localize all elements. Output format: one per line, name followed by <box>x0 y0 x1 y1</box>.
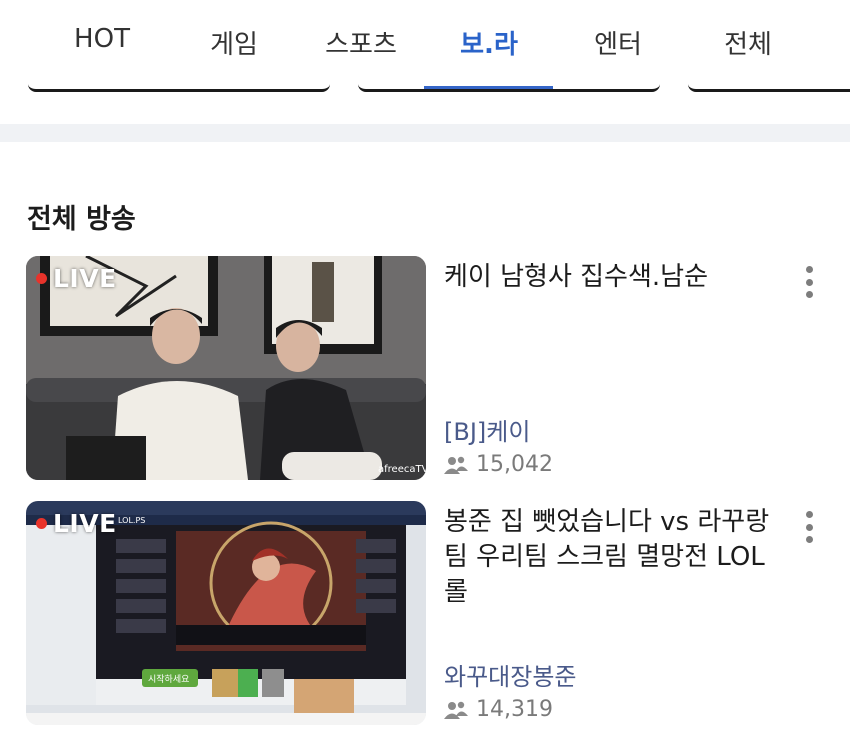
section-divider <box>0 124 850 142</box>
watermark-text: afreecaTV <box>378 464 426 475</box>
category-tabs: HOT 게임 스포츠 보.라 엔터 전체 <box>0 0 850 91</box>
live-badge: LIVE <box>36 264 117 293</box>
screen-app-label: LOL.PS <box>118 516 145 525</box>
kebab-more-icon[interactable] <box>799 507 819 547</box>
viewer-count-value: 15,042 <box>476 452 553 477</box>
stream-title[interactable]: 케이 남형사 집수색.남순 <box>444 260 784 295</box>
channel-name[interactable]: [BJ]케이 <box>444 412 530 447</box>
viewer-count: 14,319 <box>444 697 553 722</box>
viewer-count-value: 14,319 <box>476 697 553 722</box>
carousel-card-edge[interactable] <box>688 84 850 92</box>
live-label: LIVE <box>53 264 117 293</box>
tab-sports[interactable]: 스포츠 <box>306 24 416 70</box>
tab-hot[interactable]: HOT <box>58 24 146 70</box>
live-dot-icon <box>36 518 47 529</box>
live-badge: LIVE <box>36 509 117 538</box>
channel-name[interactable]: 와꾸대장봉준 <box>444 657 576 692</box>
viewer-count: 15,042 <box>444 452 553 477</box>
people-icon <box>444 456 468 474</box>
people-icon <box>444 701 468 719</box>
stream-thumbnail[interactable]: afreecaTV LIVE <box>26 256 426 480</box>
live-dot-icon <box>36 273 47 284</box>
tab-bora[interactable]: 보.라 <box>430 24 548 70</box>
tab-all[interactable]: 전체 <box>704 24 792 70</box>
tab-entertainment[interactable]: 엔터 <box>574 24 662 70</box>
tab-game[interactable]: 게임 <box>190 24 278 70</box>
stream-title[interactable]: 봉준 집 뺏었습니다 vs 라꾸랑팀 우리팀 스크림 멸망전 LOL 롤 <box>444 505 784 610</box>
live-label: LIVE <box>53 509 117 538</box>
carousel-card-edge[interactable] <box>28 84 330 92</box>
section-title: 전체 방송 <box>27 204 136 235</box>
carousel-card-edge[interactable] <box>358 84 660 92</box>
screen-start-label: 시작하세요 <box>148 674 189 685</box>
kebab-more-icon[interactable] <box>799 262 819 302</box>
stream-thumbnail[interactable]: LOL.PS 시작하세요 LIVE <box>26 501 426 725</box>
